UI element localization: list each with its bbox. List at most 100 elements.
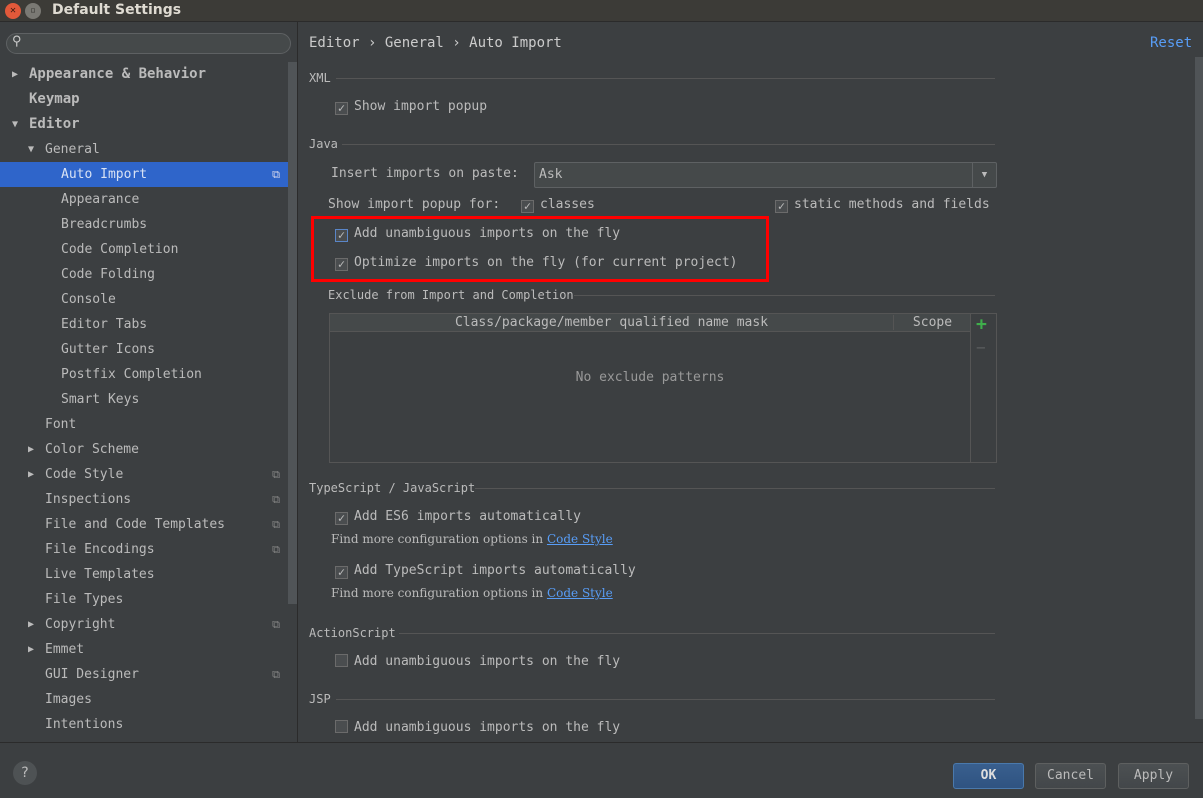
add-unambiguous-checkbox[interactable]: ✓ Add unambiguous imports on the fly [335,226,620,242]
sidebar-item-live-templates[interactable]: Live Templates [0,562,288,587]
chevron-down-icon[interactable]: ▼ [12,112,18,137]
apply-button[interactable]: Apply [1118,763,1189,789]
sidebar-item-inspections[interactable]: Inspections ⧉ [0,487,288,512]
java-header: Java [309,137,338,151]
sidebar-item-label: Appearance [61,192,140,207]
sidebar-item-label: Code Folding [61,267,155,282]
chevron-down-icon: ▼ [972,163,996,187]
sidebar-item-code-completion[interactable]: Code Completion [0,237,288,262]
sidebar-item-gutter-icons[interactable]: Gutter Icons [0,337,288,362]
ok-button[interactable]: OK [953,763,1024,789]
actionscript-add-checkbox[interactable]: Add unambiguous imports on the fly [335,654,620,669]
project-copy-icon: ⧉ [272,168,280,181]
close-window-button[interactable]: ✕ [5,3,21,19]
chevron-right-icon[interactable]: ▶ [28,612,34,637]
sidebar-item-file-and-code-templates[interactable]: File and Code Templates ⧉ [0,512,288,537]
sidebar-item-label: GUI Designer [45,667,139,682]
insert-imports-dropdown[interactable]: Ask ▼ [534,162,997,188]
sidebar-item-general[interactable]: ▼ General [0,137,288,162]
classes-checkbox[interactable]: ✓ classes [521,197,595,213]
checkbox-icon [335,720,348,733]
sidebar-item-smart-keys[interactable]: Smart Keys [0,387,288,412]
cancel-button[interactable]: Cancel [1035,763,1106,789]
sidebar-item-images[interactable]: Images [0,687,288,712]
sidebar-item-gui-designer[interactable]: GUI Designer ⧉ [0,662,288,687]
sidebar-item-label: Code Completion [61,242,179,257]
column-header-scope[interactable]: Scope [895,315,970,330]
optimize-imports-checkbox[interactable]: ✓ Optimize imports on the fly (for curren… [335,255,738,271]
ts-header: TypeScript / JavaScript [309,481,476,495]
sidebar-item-label: Smart Keys [61,392,140,407]
sidebar-item-color-scheme[interactable]: ▶ Color Scheme [0,437,288,462]
sidebar-item-label: Color Scheme [45,442,139,457]
main-scrollbar[interactable] [1195,57,1203,719]
sidebar-item-code-style[interactable]: ▶ Code Style ⧉ [0,462,288,487]
find-more-text-2: Find more configuration options in Code … [331,586,613,600]
sidebar-item-emmet[interactable]: ▶ Emmet [0,637,288,662]
sidebar-item-code-folding[interactable]: Code Folding [0,262,288,287]
code-style-link[interactable]: Code Style [547,532,613,546]
static-methods-checkbox[interactable]: ✓ static methods and fields [775,197,990,213]
sidebar-item-label: File Types [45,592,124,607]
sidebar-item-label: Console [61,292,116,307]
sidebar-item-label: Editor [29,116,80,132]
sidebar-item-label: Copyright [45,617,116,632]
sidebar-item-postfix-completion[interactable]: Postfix Completion [0,362,288,387]
sidebar-item-label: Code Style [45,467,124,482]
popup-for-label: Show import popup for: [328,197,501,212]
find-more-text-1: Find more configuration options in Code … [331,532,613,546]
chevron-down-icon[interactable]: ▼ [28,137,34,162]
checkbox-icon: ✓ [335,512,348,525]
sidebar-item-appearance[interactable]: Appearance [0,187,288,212]
sidebar-item-label: Images [45,692,92,707]
project-copy-icon: ⧉ [272,493,280,506]
sidebar-item-label: General [45,142,100,157]
jsp-header: JSP [309,692,331,706]
sidebar-item-label: Gutter Icons [61,342,155,357]
sidebar-item-label: Editor Tabs [61,317,148,332]
project-copy-icon: ⧉ [272,468,280,481]
chevron-right-icon[interactable]: ▶ [28,437,34,462]
sidebar-item-keymap[interactable]: Keymap [0,87,288,112]
sidebar-item-auto-import[interactable]: Auto Import ⧉ [0,162,288,187]
sidebar-item-font[interactable]: Font [0,412,288,437]
search-input[interactable]: ⚲ [6,33,291,54]
sidebar-item-label: Appearance & Behavior [29,66,207,82]
sidebar-item-console[interactable]: Console [0,287,288,312]
code-style-link[interactable]: Code Style [547,586,613,600]
sidebar-item-label: Emmet [45,642,85,657]
sidebar-item-copyright[interactable]: ▶ Copyright ⧉ [0,612,288,637]
sidebar-item-file-types[interactable]: File Types [0,587,288,612]
checkbox-icon [335,654,348,667]
jsp-add-checkbox[interactable]: Add unambiguous imports on the fly [335,720,620,735]
sidebar-item-intentions[interactable]: Intentions [0,712,288,737]
remove-icon[interactable]: − [976,338,986,357]
title-bar: ✕ ▫ Default Settings [0,0,1203,22]
reset-link[interactable]: Reset [1150,35,1192,51]
sidebar-item-appearance-behavior[interactable]: ▶ Appearance & Behavior [0,62,288,87]
minimize-window-button[interactable]: ▫ [25,3,41,19]
add-icon[interactable]: + [976,314,987,335]
chevron-right-icon[interactable]: ▶ [28,462,34,487]
window-title: Default Settings [52,2,182,18]
chevron-right-icon[interactable]: ▶ [12,62,18,87]
sidebar-item-breadcrumbs[interactable]: Breadcrumbs [0,212,288,237]
sidebar-item-editor-tabs[interactable]: Editor Tabs [0,312,288,337]
exclude-table: Class/package/member qualified name mask… [329,313,997,463]
checkbox-icon: ✓ [521,200,534,213]
column-header-mask[interactable]: Class/package/member qualified name mask [330,315,894,330]
checkbox-icon: ✓ [335,258,348,271]
sidebar-item-label: Live Templates [45,567,155,582]
sidebar-item-editor[interactable]: ▼ Editor [0,112,288,137]
ts-imports-checkbox[interactable]: ✓ Add TypeScript imports automatically [335,563,636,579]
project-copy-icon: ⧉ [272,543,280,556]
xml-show-popup-checkbox[interactable]: ✓ Show import popup [335,99,487,115]
es6-imports-checkbox[interactable]: ✓ Add ES6 imports automatically [335,509,581,525]
checkbox-icon: ✓ [335,566,348,579]
empty-table-text: No exclude patterns [575,370,725,385]
actionscript-header: ActionScript [309,626,396,640]
help-icon[interactable]: ? [13,761,37,785]
sidebar-scrollbar[interactable] [288,62,297,604]
chevron-right-icon[interactable]: ▶ [28,637,34,662]
sidebar-item-file-encodings[interactable]: File Encodings ⧉ [0,537,288,562]
